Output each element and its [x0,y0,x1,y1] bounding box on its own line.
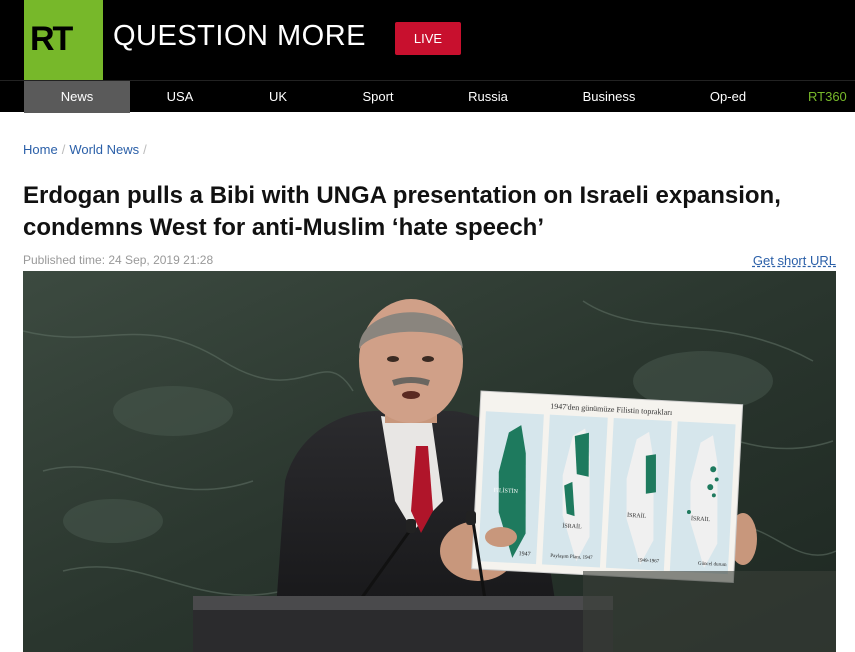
nav-item-usa[interactable]: USA [130,81,230,113]
top-header: RT QUESTION MORE LIVE [0,0,855,80]
logo-text: RT [30,20,73,58]
main-nav: News USA UK Sport Russia Business Op-ed … [0,80,855,113]
breadcrumb-separator: / [143,142,147,157]
map-panel-caption: 1947 [518,551,530,558]
map-panel-region: İSRAİL [627,512,647,520]
map-panel-region: İSRAİL [562,522,582,530]
published-time: Published time: 24 Sep, 2019 21:28 [23,253,214,267]
breadcrumb: Home / World News / [23,142,151,157]
map-panel-region: İSRAİL [691,515,711,523]
article-photo: 1947'den günümüze Filistin toprakları Fİ… [23,271,836,652]
site-tagline: QUESTION MORE [113,20,367,52]
article-headline: Erdogan pulls a Bibi with UNGA presentat… [23,182,781,241]
nav-item-news[interactable]: News [24,81,130,113]
get-short-url-link[interactable]: Get short URL [753,253,836,268]
nav-item-business[interactable]: Business [546,81,672,113]
live-button[interactable]: LIVE [395,22,461,55]
article-photo-illustration: 1947'den günümüze Filistin toprakları Fİ… [23,271,836,652]
nav-item-uk[interactable]: UK [230,81,326,113]
breadcrumb-section[interactable]: World News [69,142,139,157]
nav-item-oped[interactable]: Op-ed [672,81,784,113]
breadcrumb-separator: / [61,142,66,157]
nav-item-sport[interactable]: Sport [326,81,430,113]
nav-item-rt360[interactable]: RT360 [808,81,855,113]
breadcrumb-home[interactable]: Home [23,142,58,157]
map-panel-region: FİLİSTİN [493,487,518,495]
rt-logo[interactable]: RT [24,0,103,80]
nav-item-russia[interactable]: Russia [430,81,546,113]
